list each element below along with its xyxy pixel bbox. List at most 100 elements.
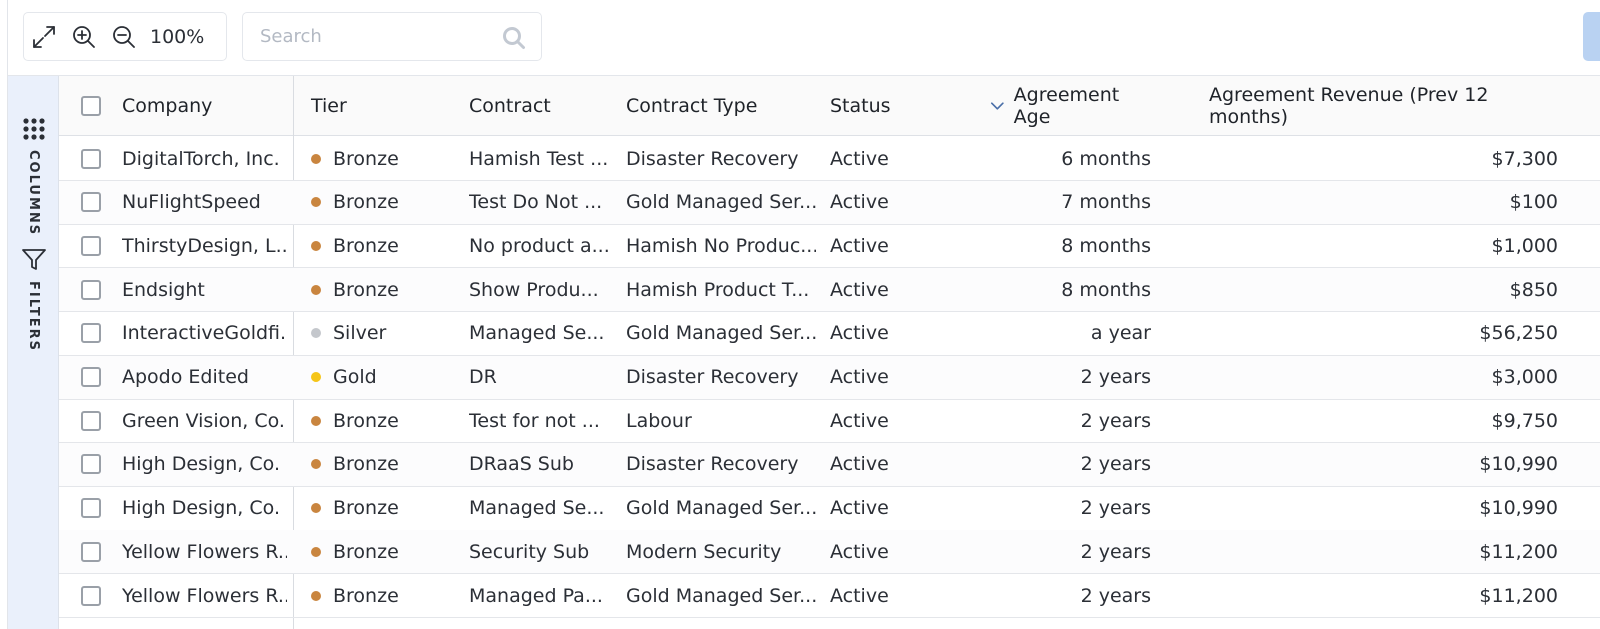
tier-label: Gold xyxy=(333,366,377,388)
contract-type-cell: Disaster Recovery xyxy=(626,366,799,388)
filters-tab[interactable]: FILTERS xyxy=(8,247,59,352)
tier-dot-icon xyxy=(311,284,321,295)
left-edge-strip xyxy=(0,0,8,629)
agreement-age-cell: 2 years xyxy=(1080,453,1151,476)
column-header-company[interactable]: Company xyxy=(122,76,212,136)
company-cell: ThirstyDesign, L... xyxy=(122,234,287,257)
column-header-agreement-revenue[interactable]: Agreement Revenue (Prev 12 months) xyxy=(1209,76,1558,136)
table-row[interactable]: InteractiveGoldfi... Silver Managed Se... G… xyxy=(59,312,1600,356)
tier-cell: Bronze xyxy=(311,574,451,617)
contract-cell: DRaaS Sub xyxy=(469,453,574,476)
row-checkbox[interactable] xyxy=(81,192,101,213)
status-cell: Active xyxy=(830,453,889,476)
tier-cell: Bronze xyxy=(311,137,451,180)
row-checkbox[interactable] xyxy=(81,541,101,562)
column-header-label: Agreement Age xyxy=(1013,84,1120,128)
tier-dot-icon xyxy=(311,197,321,208)
expand-button[interactable] xyxy=(24,13,64,60)
columns-tab-label: COLUMNS xyxy=(26,150,41,237)
company-cell: Yellow Flowers R... xyxy=(122,540,287,563)
table-row[interactable]: Yellow Flowers R... Bronze Managed Pa... Go… xyxy=(59,574,1600,618)
column-header-contract-type[interactable]: Contract Type xyxy=(626,76,757,136)
agreement-revenue-cell: $11,200 xyxy=(1479,584,1558,607)
search-icon[interactable] xyxy=(501,25,527,51)
sort-descending-icon xyxy=(990,102,1004,110)
company-cell: Green Vision, Co. xyxy=(122,409,285,432)
contract-type-cell: Hamish No Produc... xyxy=(626,234,816,257)
filter-icon xyxy=(21,249,46,270)
row-select-cell xyxy=(81,487,105,530)
search-input[interactable] xyxy=(243,26,483,47)
status-cell: Active xyxy=(830,497,889,520)
agreement-revenue-cell: $7,300 xyxy=(1491,147,1558,170)
column-header-label: Tier xyxy=(311,95,347,117)
column-header-label: Contract xyxy=(469,95,551,117)
column-header-label: Status xyxy=(830,95,891,117)
table-row[interactable]: High Design, Co. Bronze Managed Se... Gold … xyxy=(59,487,1600,531)
contract-type-cell: Disaster Recovery xyxy=(626,147,799,170)
row-checkbox[interactable] xyxy=(81,498,101,519)
table-row[interactable]: Endsight Bronze Show Produ... Hamish Produc… xyxy=(59,268,1600,313)
company-cell: InteractiveGoldfi... xyxy=(122,322,287,345)
row-select-cell xyxy=(81,530,105,573)
agreement-age-cell: 7 months xyxy=(1061,191,1151,214)
status-cell: Active xyxy=(830,409,889,432)
column-header-status[interactable]: Status xyxy=(830,76,891,136)
filters-tab-label: FILTERS xyxy=(26,281,41,352)
data-grid: Company Tier Contract Contract Type Stat… xyxy=(59,76,1600,629)
column-header-contract[interactable]: Contract xyxy=(469,76,551,136)
row-checkbox[interactable] xyxy=(81,454,101,475)
zoom-in-button[interactable] xyxy=(64,13,104,60)
contract-cell: Test Do Not ... xyxy=(469,191,603,214)
row-checkbox[interactable] xyxy=(81,410,101,431)
zoom-in-icon xyxy=(73,25,95,48)
row-checkbox[interactable] xyxy=(81,367,101,387)
table-row[interactable]: Yellow Flowers R... Bronze Security Sub Mod… xyxy=(59,530,1600,575)
zoom-out-icon xyxy=(113,25,135,48)
table-row[interactable]: ThirstyDesign, L... Bronze No product a...… xyxy=(59,224,1600,269)
tier-dot-icon xyxy=(311,546,321,557)
status-cell: Active xyxy=(830,584,889,607)
contract-type-cell: Gold Managed Ser... xyxy=(626,322,816,345)
zoom-out-button[interactable] xyxy=(104,13,144,60)
agreement-revenue-cell: $10,990 xyxy=(1479,497,1558,520)
agreement-age-cell: 2 years xyxy=(1080,366,1151,388)
row-select-cell xyxy=(81,268,105,311)
tier-cell: Bronze xyxy=(311,181,451,224)
tier-cell: Bronze xyxy=(311,530,451,573)
table-row[interactable]: NuFlightSpeed Bronze Test Do Not ... Gold M… xyxy=(59,180,1600,225)
agreement-age-cell: 2 years xyxy=(1080,497,1151,520)
table-row[interactable]: Green Vision, Co. Bronze Test for not ... L… xyxy=(59,399,1600,444)
agreement-age-cell: 8 months xyxy=(1061,234,1151,257)
select-all-checkbox[interactable] xyxy=(81,96,101,116)
row-checkbox[interactable] xyxy=(81,323,101,344)
company-cell: High Design, Co. xyxy=(122,497,280,520)
row-select-cell xyxy=(81,181,105,224)
tier-dot-icon xyxy=(311,153,321,164)
action-button[interactable] xyxy=(1583,12,1600,61)
table-row[interactable]: High Design, Co. Bronze DRaaS Sub Disaster … xyxy=(59,442,1600,487)
row-select-cell xyxy=(81,356,105,399)
row-checkbox[interactable] xyxy=(81,279,101,300)
company-cell: Apodo Edited xyxy=(122,366,249,388)
table-row[interactable]: Apodo Edited Gold DR Disaster Recovery Activ… xyxy=(59,355,1600,400)
agreement-revenue-cell: $100 xyxy=(1509,191,1558,214)
tier-dot-icon xyxy=(311,590,321,601)
column-header-tier[interactable]: Tier xyxy=(311,76,347,136)
contract-type-cell: Modern Security xyxy=(626,540,782,563)
tier-label: Bronze xyxy=(333,497,399,520)
status-cell: Active xyxy=(830,540,889,563)
row-checkbox[interactable] xyxy=(81,148,101,169)
agreement-age-cell: 8 months xyxy=(1061,278,1151,301)
tier-cell: Bronze xyxy=(311,399,451,442)
column-header-agreement-age[interactable]: Agreement Age xyxy=(989,76,1151,136)
row-checkbox[interactable] xyxy=(81,585,101,606)
tier-dot-icon xyxy=(311,372,321,382)
columns-tab[interactable]: COLUMNS xyxy=(8,116,59,236)
contract-type-cell: Gold Managed Ser... xyxy=(626,191,816,214)
tier-label: Bronze xyxy=(333,584,399,607)
row-checkbox[interactable] xyxy=(81,235,101,256)
table-row[interactable]: DigitalTorch, Inc. Bronze Hamish Test ... D… xyxy=(59,137,1600,181)
tier-label: Bronze xyxy=(333,453,399,476)
agreement-revenue-cell: $1,000 xyxy=(1491,234,1558,257)
